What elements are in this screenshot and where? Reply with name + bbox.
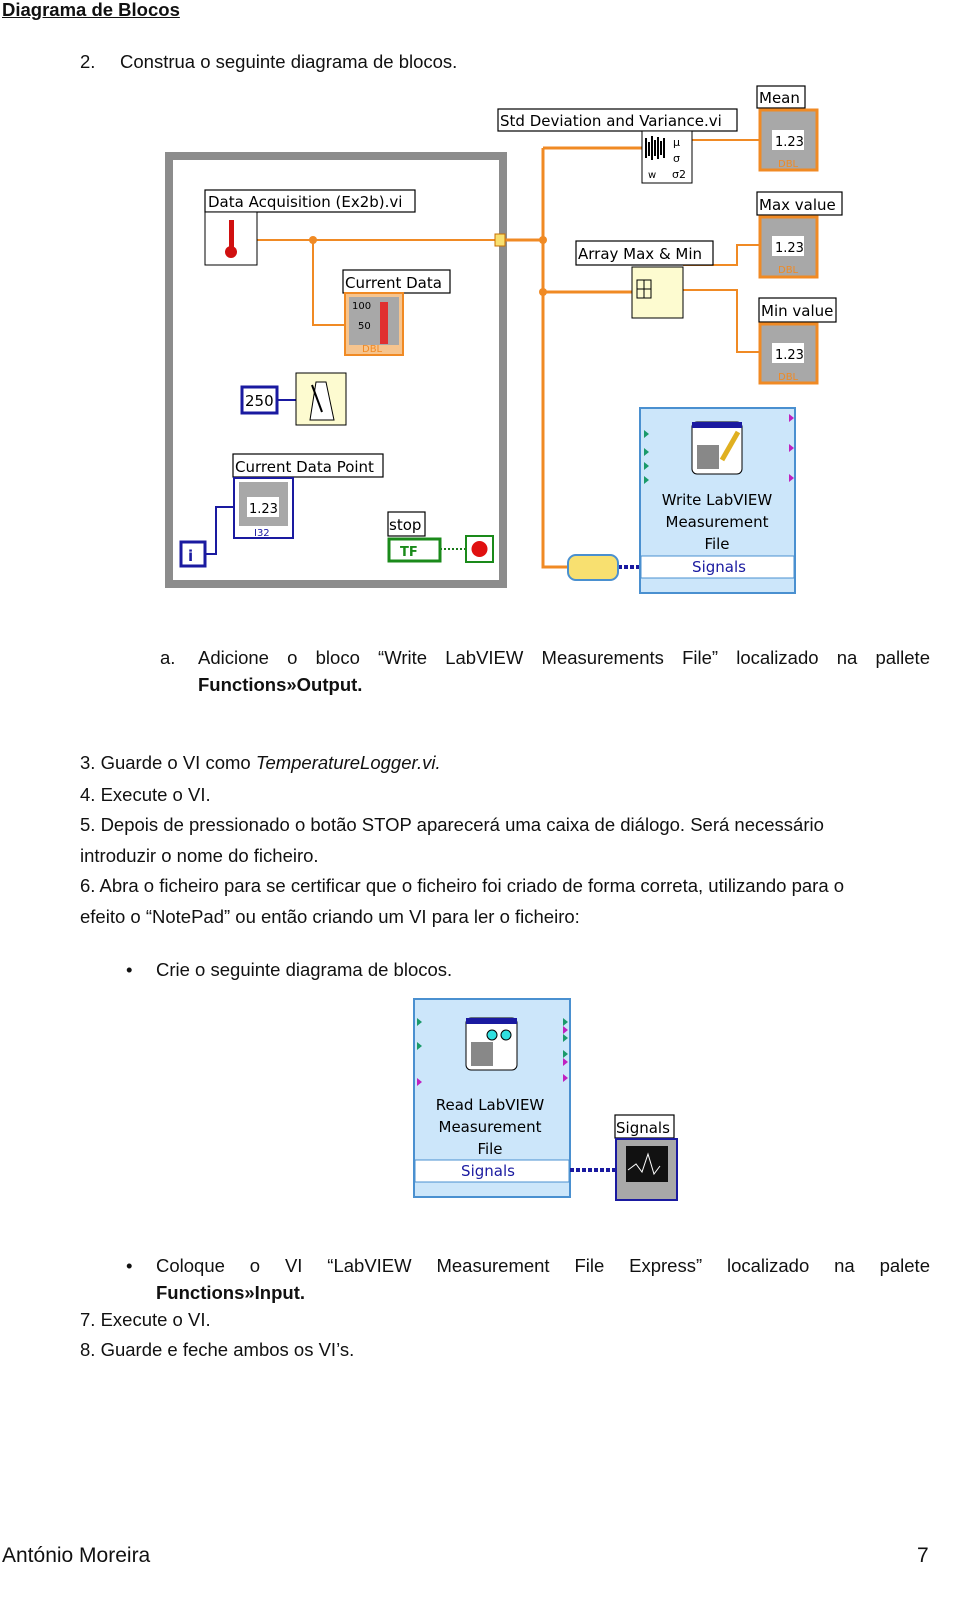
tf-tag: TF: [400, 545, 418, 560]
array-max-min-label: Array Max & Min: [578, 245, 702, 263]
step8-text: 8. Guarde e feche ambos os VI’s.: [80, 1339, 355, 1360]
dbl-tag: DBL: [778, 265, 799, 276]
footer-author: António Moreira: [2, 1544, 151, 1567]
write-block-title: File: [704, 535, 729, 553]
stop-label: stop: [389, 516, 421, 534]
mu-output: μ: [673, 136, 680, 149]
data-acquisition-label: Data Acquisition (Ex2b).vi: [208, 193, 402, 211]
convert-to-dynamic-data[interactable]: [567, 554, 619, 581]
max-value: 1.23: [775, 241, 804, 256]
signals-label: Signals: [692, 558, 746, 576]
palette-path: Functions»Output.: [198, 674, 363, 695]
step7-text: 7. Execute o VI.: [80, 1309, 211, 1330]
palette-path: Functions»Input.: [156, 1282, 306, 1303]
thermometer-icon: [229, 220, 234, 250]
variance-output: σ2: [672, 168, 686, 181]
step-a-text: Adicione o bloco “Write LabVIEW Measurem…: [198, 647, 930, 668]
current-data-label: Current Data: [345, 274, 442, 292]
i32-tag: I32: [254, 528, 270, 539]
array-max-min-function[interactable]: [631, 266, 684, 319]
max-value-label: Max value: [759, 196, 836, 214]
mean-label: Mean: [759, 89, 800, 107]
mean-value: 1.23: [775, 135, 804, 150]
current-data-point-label: Current Data Point: [235, 458, 374, 476]
block-diagram-write: Data Acquisition (Ex2b).vi Current Data …: [165, 85, 843, 594]
wait-value: 250: [245, 392, 274, 410]
step5-text: 5. Depois de pressionado o botão STOP ap…: [80, 814, 824, 835]
step3-text: 3. Guarde o VI como: [80, 752, 256, 773]
step6-text: 6. Abra o ficheiro para se certificar qu…: [80, 875, 845, 896]
iteration-label: i: [188, 547, 193, 565]
file-name: TemperatureLogger.vi.: [255, 752, 441, 773]
std-dev-label: Std Deviation and Variance.vi: [500, 112, 722, 130]
write-block-title: Write LabVIEW: [662, 491, 773, 509]
dbl-tag: DBL: [778, 159, 799, 170]
loop-tunnel: [494, 233, 506, 247]
step-number: a.: [160, 647, 176, 668]
step4-text: 4. Execute o VI.: [80, 784, 211, 805]
tick-50: 50: [358, 321, 371, 332]
page-number: 7: [917, 1544, 929, 1567]
tick-100: 100: [352, 301, 371, 312]
sigma-output: σ: [673, 152, 680, 165]
bullet2-text: Coloque o VI “LabVIEW Measurement File E…: [156, 1255, 930, 1276]
min-value-label: Min value: [761, 302, 833, 320]
w-input: w: [648, 170, 656, 181]
step5-text: introduzir o nome do ficheiro.: [80, 845, 319, 866]
min-value: 1.23: [775, 348, 804, 363]
stop-sign-icon: [471, 541, 488, 557]
bullet1-text: Crie o seguinte diagrama de blocos.: [156, 959, 453, 980]
thermometer-gauge-icon: [380, 302, 388, 344]
dbl-tag: DBL: [362, 344, 383, 355]
dbl-tag: DBL: [778, 372, 799, 383]
write-block-title: Measurement: [666, 513, 769, 531]
bullet-icon: •: [126, 959, 133, 980]
numeric-value: 1.23: [249, 502, 278, 517]
bullet-icon: •: [126, 1255, 133, 1276]
step6-text: efeito o “NotePad” ou então criando um V…: [80, 906, 580, 927]
